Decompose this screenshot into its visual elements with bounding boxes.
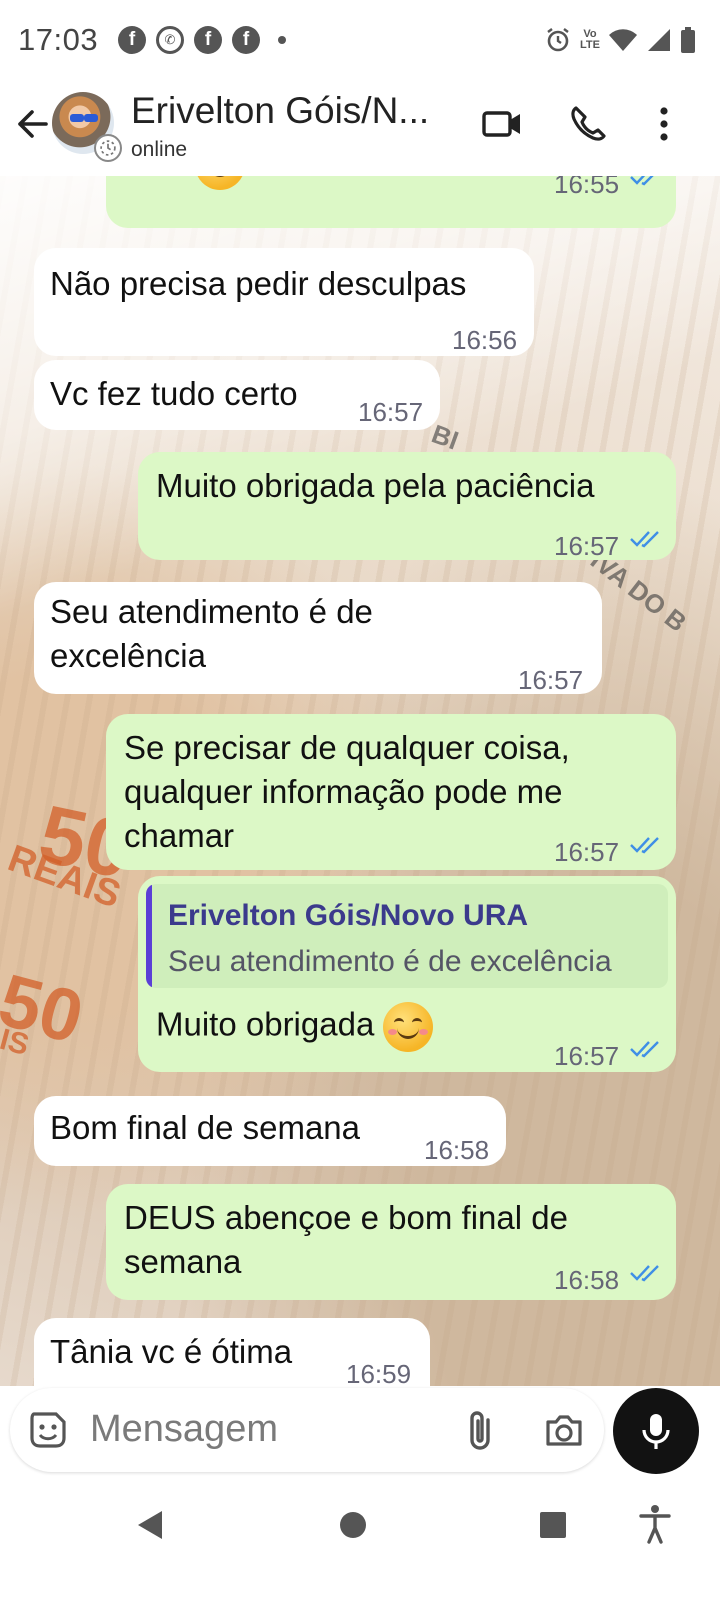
message-incoming[interactable]: Vc fez tudo certo 16:57: [34, 360, 440, 430]
phone-call-icon[interactable]: [566, 102, 610, 146]
message-incoming[interactable]: Não precisa pedir desculpas 16:56: [34, 248, 534, 356]
quote-bar: [146, 884, 152, 988]
volte-lte-icon: Vo LTE: [580, 29, 600, 51]
message-outgoing[interactable]: Se precisar de qualquer coisa, qualquer …: [106, 714, 676, 870]
message-incoming[interactable]: Bom final de semana 16:58: [34, 1096, 506, 1166]
contact-name[interactable]: Erivelton Góis/N...: [131, 90, 429, 132]
message-text: Muito obrigada: [156, 1002, 434, 1052]
smiling-face-emoji: [195, 176, 246, 190]
message-text: Bom final de semana: [50, 1109, 361, 1146]
home-nav-icon[interactable]: [338, 1510, 368, 1540]
attach-icon[interactable]: [460, 1408, 500, 1454]
message-outgoing[interactable]: Muito obrigada pela paciência 16:57: [138, 452, 676, 561]
emoji-detail: [419, 1029, 429, 1035]
message-incoming[interactable]: Seu atendimento é de excelência 16:57: [34, 582, 602, 695]
read-receipt-icon: [630, 837, 659, 854]
lte-label: LTE: [580, 39, 600, 51]
contact-status: online: [131, 138, 188, 161]
message-time: 16:55: [554, 176, 620, 199]
message-text-line: DEUS abençoe e bom final de: [124, 1199, 568, 1236]
message-time: 16:58: [424, 1135, 490, 1165]
message-time: 16:58: [554, 1265, 620, 1295]
message-text: mim: [124, 176, 246, 190]
message-text-line: Seu atendimento é de: [50, 593, 373, 630]
message-time: 16:57: [358, 397, 424, 427]
read-receipt-icon: [630, 531, 659, 548]
video-call-icon[interactable]: [480, 102, 524, 146]
message-text-content: mim: [124, 176, 186, 181]
message-outgoing[interactable]: DEUS abençoe e bom final de semana 16:58: [106, 1184, 676, 1300]
emoji-detail: [388, 1029, 398, 1035]
message-text-line: Se precisar de qualquer coisa,: [124, 729, 570, 766]
message-text-content: Muito obrigada: [156, 1005, 375, 1043]
signal-icon: [648, 29, 670, 51]
background-mark: IS: [0, 1022, 33, 1063]
avatar-detail: [84, 114, 98, 122]
quoted-sender: Erivelton Góis/Novo URA: [168, 899, 529, 932]
read-receipt-icon: [630, 1265, 659, 1282]
smiling-face-emoji: [383, 1002, 434, 1052]
message-text-line: semana: [124, 1243, 242, 1280]
message-time: 16:59: [346, 1359, 412, 1386]
facebook-icon: f: [118, 26, 146, 54]
message-text-line: excelência: [50, 637, 206, 674]
system-navigation-bar: [0, 1478, 720, 1600]
back-arrow-icon[interactable]: [12, 104, 52, 144]
avatar-detail: [70, 114, 84, 122]
chat-header: Erivelton Góis/N... online: [0, 84, 720, 176]
recents-nav-icon[interactable]: [538, 1510, 568, 1540]
message-text: Muito obrigada pela paciência: [156, 467, 595, 504]
read-receipt-icon: [630, 1041, 659, 1058]
more-options-icon[interactable]: [642, 102, 686, 146]
message-time: 16:57: [554, 837, 620, 867]
message-outgoing-reply[interactable]: Erivelton Góis/Novo URA Seu atendimento …: [138, 876, 676, 1072]
back-nav-icon[interactable]: [134, 1508, 166, 1542]
battery-icon: [681, 27, 695, 53]
status-time: 17:03: [18, 22, 99, 57]
message-text-line: chamar: [124, 817, 235, 854]
message-text: Vc fez tudo certo: [50, 375, 298, 412]
chat-area[interactable]: BI IVA DO B 50 REAIS 50 IS mim 16:55 Não…: [0, 176, 720, 1386]
facebook-icon: f: [194, 26, 222, 54]
message-text: Tânia vc é ótima: [50, 1333, 293, 1370]
voice-message-button[interactable]: [613, 1388, 699, 1474]
emoji-detail: [209, 176, 232, 177]
sticker-icon[interactable]: [26, 1408, 70, 1452]
message-time: 16:57: [554, 531, 620, 561]
message-text-line: qualquer informação pode me: [124, 773, 563, 810]
camera-icon[interactable]: [542, 1408, 586, 1452]
message-time: 16:57: [518, 665, 584, 695]
facebook-icon: f: [232, 26, 260, 54]
message-incoming[interactable]: Tânia vc é ótima 16:59: [34, 1318, 430, 1386]
wifi-icon: [609, 29, 637, 51]
whatsapp-icon: ✆: [156, 26, 184, 54]
quoted-message[interactable]: Erivelton Góis/Novo URA Seu atendimento …: [146, 884, 668, 988]
status-bar: 17:03 f ✆ f f Vo LTE: [0, 0, 720, 84]
notification-icons: f ✆ f f: [118, 26, 286, 54]
emoji-detail: [397, 1028, 420, 1039]
more-notifications-dot: [278, 36, 286, 44]
message-input-placeholder: Mensagem: [90, 1408, 278, 1450]
mic-icon: [642, 1414, 670, 1449]
alarm-icon: [547, 28, 569, 52]
system-icons: Vo LTE: [544, 26, 696, 54]
message-time: 16:56: [452, 325, 518, 355]
quoted-text: Seu atendimento é de excelência: [168, 945, 612, 978]
message-outgoing[interactable]: mim 16:55: [106, 176, 676, 228]
message-time: 16:57: [554, 1041, 620, 1071]
status-ring-icon: [94, 134, 122, 162]
message-input[interactable]: Mensagem: [10, 1388, 604, 1472]
message-text: Não precisa pedir desculpas: [50, 265, 467, 302]
accessibility-icon[interactable]: [638, 1504, 672, 1544]
read-receipt-icon: [630, 176, 654, 186]
